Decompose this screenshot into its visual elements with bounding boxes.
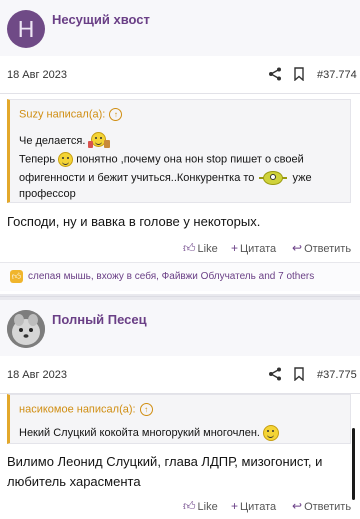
- quote-block: насикомое написал(а): ↑ Некий Слуцкий кок…: [7, 394, 351, 444]
- quote-author[interactable]: Suzy написал(а):: [19, 108, 105, 120]
- alien-smiley-icon: [259, 171, 288, 185]
- smiley-drink-icon: [88, 132, 111, 150]
- quote-button[interactable]: + Цитата: [231, 499, 276, 513]
- avatar[interactable]: [7, 310, 45, 348]
- reactions-bar: 👍︎ слепая мышь, вхожу в себя, Файвжи Обл…: [0, 262, 360, 291]
- post-body: Вилимо Леонид Слуцкий, глава ЛДПР, мизог…: [7, 454, 323, 489]
- quote-button[interactable]: + Цитата: [231, 241, 276, 255]
- post-number[interactable]: #37.774: [317, 69, 357, 81]
- avatar[interactable]: H: [7, 10, 45, 48]
- plus-icon: +: [231, 499, 239, 513]
- divider: [0, 296, 360, 297]
- reply-button[interactable]: ↩ Ответить: [292, 499, 351, 513]
- share-icon[interactable]: [268, 67, 282, 81]
- quote-author[interactable]: насикомое написал(а):: [19, 403, 136, 415]
- post-37774: H Несущий хвост 18 Авг 2023 #37.774 Suzy…: [0, 0, 360, 294]
- grin-smiley-icon: [263, 425, 280, 441]
- share-icon[interactable]: [268, 367, 282, 381]
- reply-icon: ↩: [292, 241, 303, 255]
- quote-line: профессор: [19, 188, 76, 200]
- post-author-row: H Несущий хвост: [0, 0, 360, 56]
- scrollbar[interactable]: [352, 428, 355, 500]
- thumbs-up-icon: 👍︎: [10, 270, 23, 283]
- author-name[interactable]: Полный Песец: [52, 312, 147, 327]
- post-37775: Полный Песец 18 Авг 2023 #37.775 насиком…: [0, 300, 360, 519]
- reply-icon: ↩: [292, 499, 303, 513]
- like-button[interactable]: 👍︎ Like: [183, 241, 218, 256]
- arrow-up-icon[interactable]: ↑: [139, 403, 153, 416]
- reply-button[interactable]: ↩ Ответить: [292, 241, 351, 255]
- post-body: Господи, ну и вавка в голове у некоторых…: [7, 214, 261, 229]
- plus-icon: +: [231, 241, 239, 255]
- post-author-row: Полный Песец: [0, 300, 360, 356]
- quote-line: офигенности и бежит учиться..Конкурентка…: [19, 171, 312, 185]
- smiley-icon: [58, 152, 74, 167]
- author-name[interactable]: Несущий хвост: [52, 12, 150, 27]
- post-actions: 👍︎ Like + Цитата ↩ Ответить: [0, 237, 360, 261]
- quote-line: Теперь понятно ,почему она нон stop пише…: [19, 152, 304, 167]
- quote-line: Некий Слуцкий кокойта многорукий многочл…: [19, 425, 280, 441]
- post-actions: 👍︎ Like + Цитата ↩ Ответить: [0, 495, 360, 519]
- quote-header[interactable]: Suzy написал(а): ↑: [19, 108, 123, 121]
- post-meta: 18 Авг 2023 #37.774: [0, 57, 360, 94]
- arrow-up-icon[interactable]: ↑: [109, 108, 123, 121]
- quote-block: Suzy написал(а): ↑ Че делается. Теперь по…: [7, 99, 351, 203]
- quote-line: Че делается.: [19, 132, 111, 150]
- quote-header[interactable]: насикомое написал(а): ↑: [19, 403, 153, 416]
- bookmark-icon[interactable]: [293, 67, 305, 81]
- reactions-list[interactable]: слепая мышь, вхожу в себя, Файвжи Облуча…: [28, 271, 314, 282]
- bookmark-icon[interactable]: [293, 367, 305, 381]
- post-number[interactable]: #37.775: [317, 369, 357, 381]
- thumbs-up-icon: 👍︎: [183, 499, 196, 513]
- post-date[interactable]: 18 Авг 2023: [7, 369, 67, 381]
- thumbs-up-icon: 👍︎: [183, 241, 196, 255]
- post-date[interactable]: 18 Авг 2023: [7, 69, 67, 81]
- post-meta: 18 Авг 2023 #37.775: [0, 357, 360, 394]
- like-button[interactable]: 👍︎ Like: [183, 499, 218, 514]
